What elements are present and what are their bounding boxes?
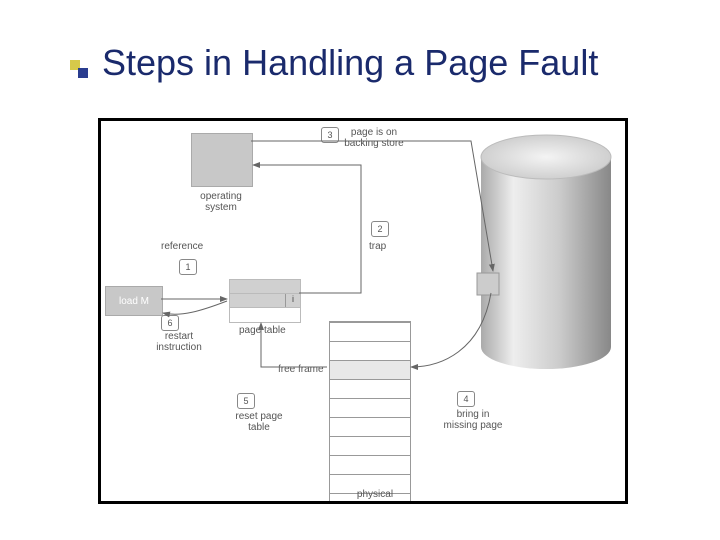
os-box [191, 133, 253, 187]
title-bullet-icon [70, 60, 88, 78]
reset-label: reset page table [229, 411, 289, 433]
step-1: 1 [179, 259, 197, 275]
step-5: 5 [237, 393, 255, 409]
slide-title: Steps in Handling a Page Fault [102, 42, 598, 84]
backing-store-cylinder [471, 133, 621, 373]
page-table-invalid-bit: i [285, 294, 300, 308]
trap-label: trap [369, 241, 386, 252]
step-2: 2 [371, 221, 389, 237]
slide-title-row: Steps in Handling a Page Fault [70, 42, 598, 84]
load-m-label: load M [119, 296, 149, 307]
physical-memory: free frame [329, 321, 411, 504]
step-4: 4 [457, 391, 475, 407]
free-frame-label: free frame [278, 364, 324, 375]
reference-label: reference [161, 241, 203, 252]
load-m-box: load M [105, 286, 163, 316]
page-table-label: page table [239, 325, 286, 336]
physical-memory-label: physical memory [345, 489, 405, 504]
restart-label: restart instruction [149, 331, 209, 353]
bring-in-label: bring in missing page [443, 409, 503, 431]
os-label: operating system [191, 191, 251, 213]
step-6: 6 [161, 315, 179, 331]
backing-store-label: page is on backing store [339, 127, 409, 149]
page-table-row [229, 307, 301, 323]
diagram-frame: operating system load M reference restar… [98, 118, 628, 504]
step-3: 3 [321, 127, 339, 143]
